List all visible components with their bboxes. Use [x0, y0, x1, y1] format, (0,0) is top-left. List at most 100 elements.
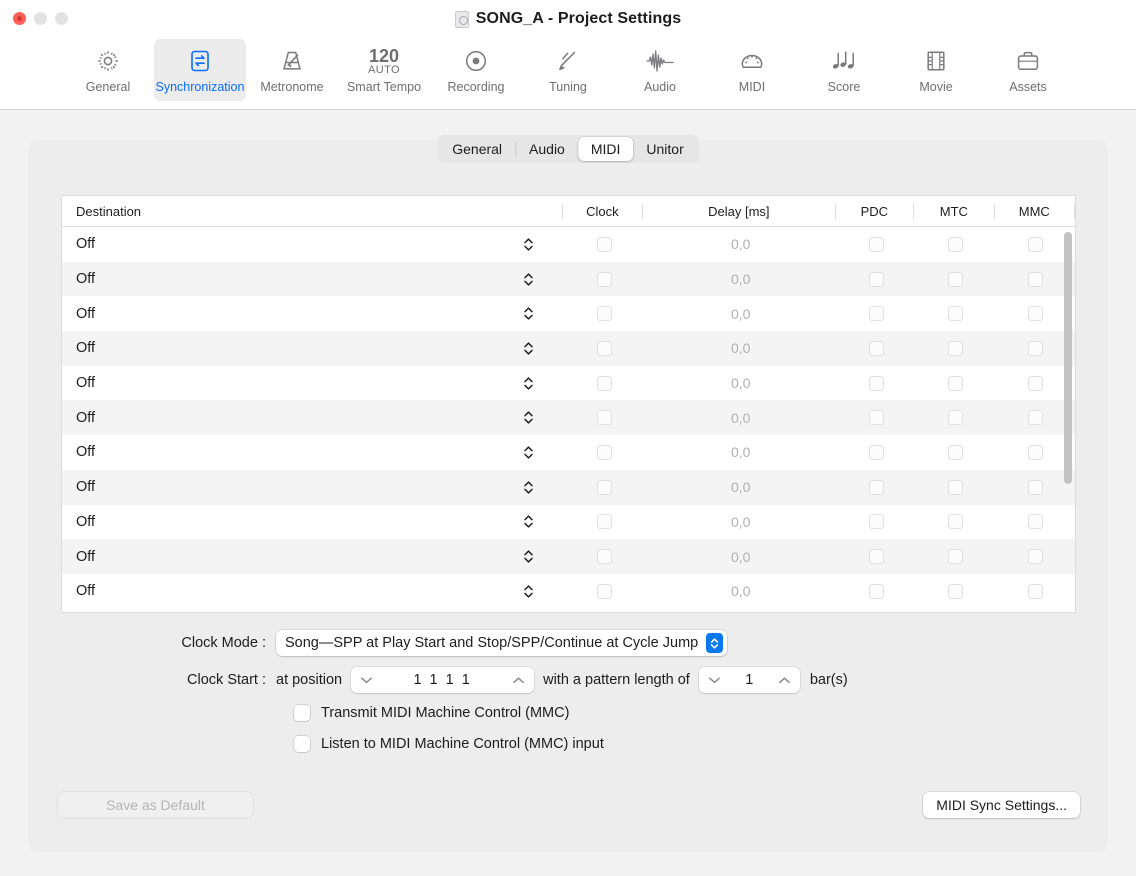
destination-popup[interactable]: Off	[62, 514, 492, 530]
pdc-cell[interactable]	[837, 375, 915, 391]
mmc-cell[interactable]	[995, 340, 1075, 356]
mtc-checkbox[interactable]	[947, 236, 963, 252]
pdc-cell[interactable]	[837, 340, 915, 356]
mtc-checkbox[interactable]	[947, 583, 963, 599]
delay-value[interactable]: 0,0	[644, 271, 837, 287]
mmc-cell[interactable]	[995, 479, 1075, 495]
clock-mode-select[interactable]: Song—SPP at Play Start and Stop/SPP/Cont…	[276, 630, 728, 656]
toolbar-item-score[interactable]: Score	[798, 39, 890, 101]
clock-checkbox[interactable]	[596, 410, 612, 426]
mmc-checkbox[interactable]	[1027, 549, 1043, 565]
listen-mmc-row[interactable]: Listen to MIDI Machine Control (MMC) inp…	[294, 736, 604, 752]
table-row[interactable]: Off 0,0	[62, 400, 1075, 436]
toolbar-item-general[interactable]: General	[62, 39, 154, 101]
delay-value[interactable]: 0,0	[644, 444, 837, 460]
pdc-checkbox[interactable]	[868, 514, 884, 530]
clock-cell[interactable]	[564, 306, 644, 322]
clock-checkbox[interactable]	[596, 375, 612, 391]
mmc-cell[interactable]	[995, 375, 1075, 391]
mmc-checkbox[interactable]	[1027, 306, 1043, 322]
toolbar-item-midi[interactable]: MIDI	[706, 39, 798, 101]
mmc-cell[interactable]	[995, 549, 1075, 565]
destination-stepper-icon[interactable]	[523, 341, 534, 356]
destination-stepper[interactable]	[492, 237, 564, 252]
mmc-cell[interactable]	[995, 306, 1075, 322]
destination-stepper[interactable]	[492, 272, 564, 287]
mtc-cell[interactable]	[915, 410, 995, 426]
mtc-checkbox[interactable]	[947, 340, 963, 356]
mmc-cell[interactable]	[995, 236, 1075, 252]
mmc-cell[interactable]	[995, 583, 1075, 599]
mmc-checkbox[interactable]	[1027, 410, 1043, 426]
delay-value[interactable]: 0,0	[644, 479, 837, 495]
delay-value[interactable]: 0,0	[644, 340, 837, 356]
clock-checkbox[interactable]	[596, 444, 612, 460]
pdc-checkbox[interactable]	[868, 271, 884, 287]
clock-checkbox[interactable]	[596, 514, 612, 530]
tab-general[interactable]: General	[439, 137, 515, 161]
clock-checkbox[interactable]	[596, 236, 612, 252]
table-row[interactable]: Off 0,0	[62, 504, 1075, 540]
clock-checkbox[interactable]	[596, 583, 612, 599]
destination-popup[interactable]: Off	[62, 340, 492, 356]
destination-popup[interactable]: Off	[62, 236, 492, 252]
mtc-cell[interactable]	[915, 236, 995, 252]
table-row[interactable]: Off 0,0	[62, 435, 1075, 470]
destination-popup[interactable]: Off	[62, 549, 492, 565]
mtc-checkbox[interactable]	[947, 306, 963, 322]
pdc-cell[interactable]	[837, 514, 915, 530]
mtc-cell[interactable]	[915, 549, 995, 565]
mmc-checkbox[interactable]	[1027, 271, 1043, 287]
chevron-down-icon[interactable]	[708, 672, 721, 688]
destination-stepper[interactable]	[492, 549, 564, 564]
pdc-cell[interactable]	[837, 306, 915, 322]
toolbar-item-audio[interactable]: Audio	[614, 39, 706, 101]
delay-value[interactable]: 0,0	[644, 583, 837, 599]
mmc-checkbox[interactable]	[1027, 375, 1043, 391]
clock-cell[interactable]	[564, 479, 644, 495]
clock-cell[interactable]	[564, 410, 644, 426]
destination-stepper-icon[interactable]	[523, 584, 534, 599]
clock-cell[interactable]	[564, 271, 644, 287]
mtc-cell[interactable]	[915, 306, 995, 322]
mtc-checkbox[interactable]	[947, 444, 963, 460]
clock-cell[interactable]	[564, 549, 644, 565]
tab-unitor[interactable]: Unitor	[633, 137, 696, 161]
pdc-checkbox[interactable]	[868, 549, 884, 565]
delay-value[interactable]: 0,0	[644, 549, 837, 565]
destination-stepper[interactable]	[492, 445, 564, 460]
midi-sync-settings-button[interactable]: MIDI Sync Settings...	[923, 792, 1080, 818]
destination-stepper-icon[interactable]	[523, 549, 534, 564]
pdc-cell[interactable]	[837, 444, 915, 460]
table-row[interactable]: Off 0,0	[62, 227, 1075, 262]
chevron-up-icon[interactable]	[778, 672, 791, 688]
mtc-checkbox[interactable]	[947, 479, 963, 495]
pattern-length-stepper[interactable]: 1	[698, 667, 800, 693]
destination-stepper-icon[interactable]	[523, 514, 534, 529]
destination-stepper[interactable]	[492, 584, 564, 599]
mtc-cell[interactable]	[915, 479, 995, 495]
destination-popup[interactable]: Off	[62, 444, 492, 460]
mtc-cell[interactable]	[915, 375, 995, 391]
clock-cell[interactable]	[564, 375, 644, 391]
transmit-mmc-checkbox[interactable]	[294, 705, 310, 721]
table-row[interactable]: Off 0,0	[62, 261, 1075, 297]
destination-stepper-icon[interactable]	[523, 376, 534, 391]
mtc-checkbox[interactable]	[947, 271, 963, 287]
destination-stepper[interactable]	[492, 514, 564, 529]
destination-stepper-icon[interactable]	[523, 237, 534, 252]
destination-stepper[interactable]	[492, 341, 564, 356]
mtc-checkbox[interactable]	[947, 375, 963, 391]
pdc-checkbox[interactable]	[868, 236, 884, 252]
pdc-cell[interactable]	[837, 271, 915, 287]
mmc-checkbox[interactable]	[1027, 236, 1043, 252]
delay-value[interactable]: 0,0	[644, 306, 837, 322]
mtc-cell[interactable]	[915, 340, 995, 356]
mmc-cell[interactable]	[995, 410, 1075, 426]
pdc-checkbox[interactable]	[868, 479, 884, 495]
pdc-cell[interactable]	[837, 236, 915, 252]
chevron-down-icon[interactable]	[360, 672, 373, 688]
table-row[interactable]: Off 0,0	[62, 573, 1075, 609]
mtc-cell[interactable]	[915, 444, 995, 460]
clock-checkbox[interactable]	[596, 549, 612, 565]
